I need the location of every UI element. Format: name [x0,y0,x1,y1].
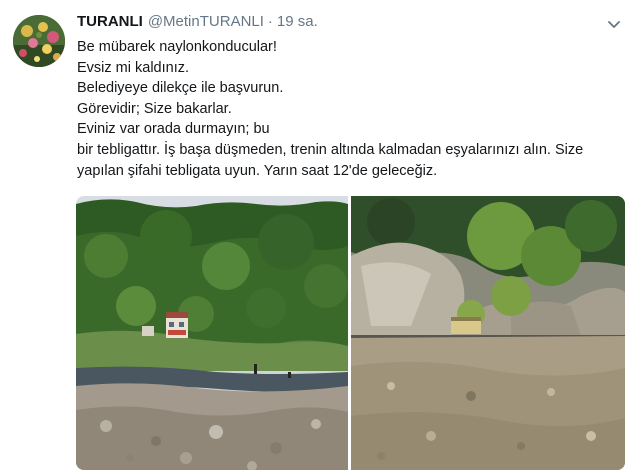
separator: · [267,13,273,30]
user-handle[interactable]: @MetinTURANLI [148,13,264,30]
display-name[interactable]: TURANLI [77,13,143,30]
photo-rock-cliff[interactable] [351,196,625,470]
tweet-line: Belediyeye dilekçe ile başvurun. [77,80,284,97]
timestamp[interactable]: 19 sa. [277,13,318,30]
tweet-line: yapılan şifahi tebligata uyun. Yarın saa… [77,162,438,179]
media-grid [76,196,625,470]
tweet-header: TURANLI @MetinTURANLI · 19 sa. [77,13,318,33]
chevron-down-icon[interactable] [606,17,622,33]
tweet-line: Evsiz mi kaldınız. [77,59,189,76]
flower-avatar-image [13,15,65,67]
tweet-card: TURANLI @MetinTURANLI · 19 sa. Be mübare… [0,0,640,472]
tweet-line: Görevidir; Size bakarlar. [77,100,232,117]
tweet-line: bir tebligattır. İş başa düşmeden, treni… [77,141,584,158]
tweet-line: Eviniz var orada durmayın; bu [77,121,270,138]
avatar[interactable] [13,15,65,67]
tweet-text: Be mübarek naylonkonducular! Evsiz mi ka… [77,37,622,181]
tweet-line: Be mübarek naylonkonducular! [77,39,277,55]
photo-hillside-house[interactable] [76,196,348,470]
